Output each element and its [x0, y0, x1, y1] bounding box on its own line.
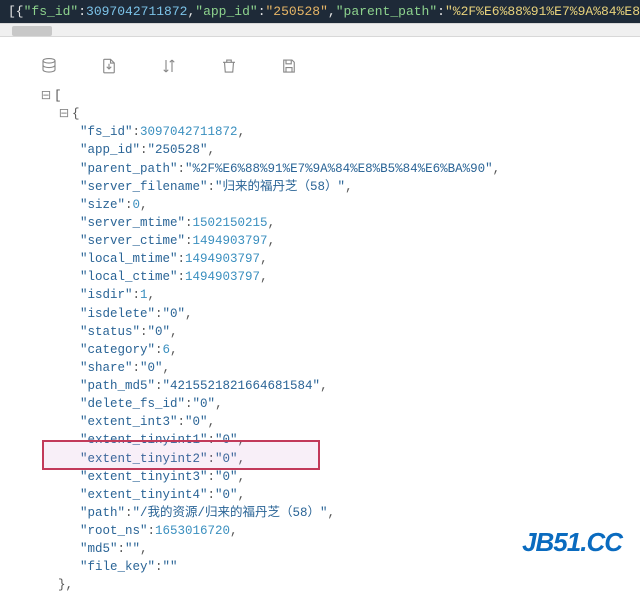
- collapse-toggle[interactable]: ⊟: [40, 87, 52, 105]
- request-preview-bar: [{"fs_id":3097042711872,"app_id":"250528…: [0, 0, 640, 23]
- json-field: "server_mtime":1502150215,: [40, 214, 640, 232]
- json-field: "file_key":"": [40, 558, 640, 576]
- json-field: "extent_tinyint3":"0",: [40, 468, 640, 486]
- json-field: "local_mtime":1494903797,: [40, 250, 640, 268]
- json-field: "delete_fs_id":"0",: [40, 395, 640, 413]
- json-field: "app_id":"250528",: [40, 141, 640, 159]
- json-field: "extent_int3":"0",: [40, 413, 640, 431]
- json-field: "category":6,: [40, 341, 640, 359]
- json-field: "fs_id":3097042711872,: [40, 123, 640, 141]
- horizontal-scrollbar[interactable]: [0, 23, 640, 37]
- trash-icon[interactable]: [218, 55, 240, 77]
- json-field: "status":"0",: [40, 323, 640, 341]
- path-highlight: [42, 440, 320, 470]
- collapse-toggle[interactable]: ⊟: [58, 105, 70, 123]
- json-field: "isdir":1,: [40, 286, 640, 304]
- json-field: "parent_path":"%2F%E6%88%91%E7%9A%84%E8%…: [40, 160, 640, 178]
- json-field: "server_ctime":1494903797,: [40, 232, 640, 250]
- watermark: JB51.CC: [522, 527, 622, 558]
- export-file-icon[interactable]: [98, 55, 120, 77]
- database-icon[interactable]: [38, 55, 60, 77]
- json-field: "extent_tinyint4":"0",: [40, 486, 640, 504]
- save-icon[interactable]: [278, 55, 300, 77]
- sort-icon[interactable]: [158, 55, 180, 77]
- json-toolbar: [10, 51, 640, 87]
- json-field: "local_ctime":1494903797,: [40, 268, 640, 286]
- scroll-thumb[interactable]: [12, 26, 52, 36]
- json-field: "path_md5":"4215521821664681584",: [40, 377, 640, 395]
- json-field: "server_filename":"归来的福丹芝（58）",: [40, 178, 640, 196]
- json-viewer: ⊟[ ⊟{ "fs_id":3097042711872, "app_id":"2…: [10, 87, 640, 595]
- json-field: "size":0,: [40, 196, 640, 214]
- json-field: "isdelete":"0",: [40, 305, 640, 323]
- json-field: "share":"0",: [40, 359, 640, 377]
- json-field-path: "path":"/我的资源/归来的福丹芝（58）",: [40, 504, 640, 522]
